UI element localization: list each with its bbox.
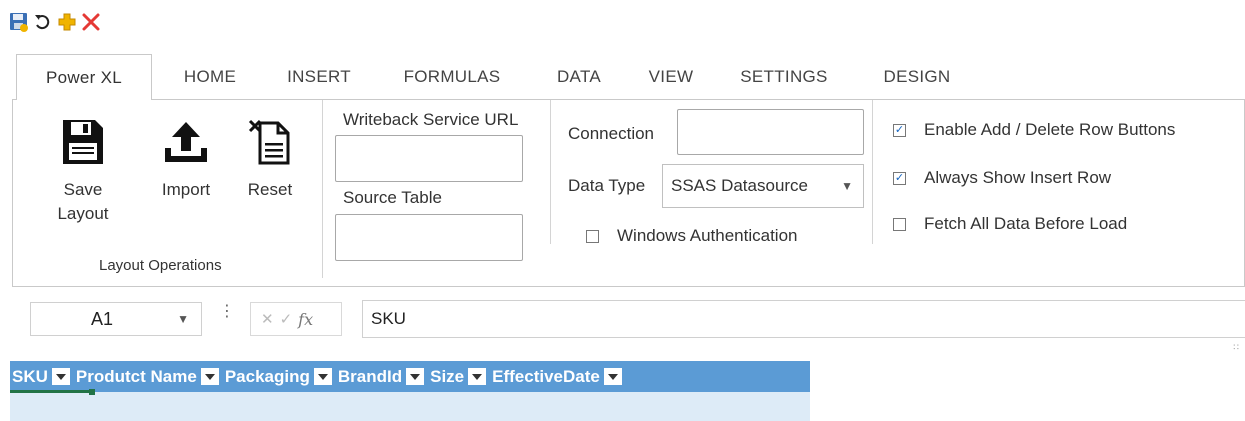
table-row[interactable] bbox=[10, 392, 810, 421]
always-show-insert-label: Always Show Insert Row bbox=[924, 168, 1112, 187]
group-separator bbox=[550, 100, 551, 244]
name-box-value: A1 bbox=[91, 308, 114, 329]
more-options-icon[interactable]: ⋮ bbox=[219, 304, 235, 320]
floppy-disk-icon bbox=[58, 114, 108, 170]
enable-add-delete-checkbox[interactable]: ✓ bbox=[893, 123, 906, 137]
tab-settings[interactable]: SETTINGS bbox=[734, 54, 834, 100]
selected-cell-indicator bbox=[10, 361, 93, 393]
filter-dropdown-icon[interactable] bbox=[406, 368, 425, 385]
filter-dropdown-icon[interactable] bbox=[603, 368, 622, 385]
tab-insert[interactable]: INSERT bbox=[278, 54, 360, 100]
reset-label: Reset bbox=[247, 180, 293, 199]
reset-button[interactable]: Reset bbox=[239, 114, 301, 202]
tab-home[interactable]: HOME bbox=[166, 54, 254, 100]
formula-input[interactable]: SKU bbox=[362, 300, 1245, 338]
fetch-all-option[interactable]: Fetch All Data Before Load bbox=[893, 214, 1127, 234]
writeback-url-label: Writeback Service URL bbox=[343, 110, 519, 129]
enter-icon[interactable]: ✓ bbox=[280, 310, 293, 328]
windows-auth-label: Windows Authentication bbox=[617, 226, 798, 245]
filter-dropdown-icon[interactable] bbox=[200, 368, 219, 385]
always-show-insert-checkbox[interactable]: ✓ bbox=[893, 171, 906, 185]
column-header-product-name[interactable]: Produtct Name bbox=[74, 361, 223, 392]
column-header-label: Packaging bbox=[224, 366, 310, 386]
quick-access-toolbar bbox=[8, 8, 102, 36]
source-table-label: Source Table bbox=[343, 188, 442, 207]
group-separator bbox=[322, 100, 323, 278]
fill-handle[interactable] bbox=[89, 389, 95, 395]
always-show-insert-option[interactable]: ✓ Always Show Insert Row bbox=[893, 168, 1111, 188]
ribbon-tabs: Power XL HOME INSERT FORMULAS DATA VIEW … bbox=[16, 54, 1245, 100]
import-button[interactable]: Import bbox=[153, 114, 219, 202]
layout-operations-group-label: Layout Operations bbox=[99, 257, 222, 274]
enable-add-delete-label: Enable Add / Delete Row Buttons bbox=[924, 120, 1176, 139]
save-icon[interactable] bbox=[8, 11, 30, 33]
column-header-effective-date[interactable]: EffectiveDate bbox=[490, 361, 626, 392]
data-type-value: SSAS Datasource bbox=[671, 176, 809, 195]
column-header-label: BrandId bbox=[337, 366, 403, 386]
column-header-packaging[interactable]: Packaging bbox=[223, 361, 336, 392]
connection-input[interactable] bbox=[677, 109, 864, 155]
cancel-icon[interactable]: ✕ bbox=[261, 310, 274, 328]
windows-auth-checkbox[interactable] bbox=[586, 229, 599, 243]
enable-add-delete-option[interactable]: ✓ Enable Add / Delete Row Buttons bbox=[893, 120, 1175, 140]
insert-function-icon[interactable]: fx bbox=[298, 310, 313, 329]
source-table-input[interactable] bbox=[335, 214, 523, 261]
formula-functions: ✕ ✓ fx bbox=[250, 302, 342, 336]
tab-power-xl[interactable]: Power XL bbox=[16, 54, 152, 100]
formula-bar: A1 ▼ ⋮ ✕ ✓ fx SKU bbox=[0, 298, 1245, 342]
delete-icon[interactable] bbox=[80, 11, 102, 33]
tab-view[interactable]: VIEW bbox=[640, 54, 702, 100]
column-header-size[interactable]: Size bbox=[428, 361, 490, 392]
chevron-down-icon: ▼ bbox=[177, 312, 189, 326]
tab-formulas[interactable]: FORMULAS bbox=[388, 54, 516, 100]
save-layout-button[interactable]: Save Layout bbox=[53, 114, 113, 226]
chevron-down-icon: ▼ bbox=[841, 179, 853, 193]
column-header-label: Produtct Name bbox=[75, 366, 197, 386]
connection-label: Connection bbox=[568, 124, 655, 143]
table-header-row: SKU Produtct Name Packaging BrandId Size… bbox=[10, 361, 810, 392]
resize-grip-icon[interactable]: ∷ bbox=[1233, 342, 1239, 353]
filter-dropdown-icon[interactable] bbox=[468, 368, 487, 385]
column-header-label: EffectiveDate bbox=[492, 366, 600, 386]
column-header-brandid[interactable]: BrandId bbox=[336, 361, 428, 392]
name-box[interactable]: A1 ▼ bbox=[30, 302, 202, 336]
upload-icon bbox=[161, 114, 211, 170]
tab-design[interactable]: DESIGN bbox=[872, 54, 962, 100]
writeback-url-input[interactable] bbox=[335, 135, 523, 182]
fetch-all-checkbox[interactable] bbox=[893, 217, 906, 231]
undo-icon[interactable] bbox=[32, 11, 54, 33]
ribbon-panel: Save Layout Import Reset Layout Operatio… bbox=[12, 99, 1245, 287]
filter-dropdown-icon[interactable] bbox=[313, 368, 332, 385]
group-separator bbox=[872, 100, 873, 244]
import-label: Import bbox=[161, 180, 211, 199]
data-type-select[interactable]: SSAS Datasource ▼ bbox=[662, 164, 864, 208]
add-icon[interactable] bbox=[56, 11, 78, 33]
windows-auth-option[interactable]: Windows Authentication bbox=[586, 226, 798, 246]
tab-data[interactable]: DATA bbox=[546, 54, 612, 100]
reset-document-icon bbox=[245, 114, 295, 170]
save-layout-label: Save Layout bbox=[57, 180, 109, 223]
data-type-label: Data Type bbox=[568, 176, 646, 195]
fetch-all-label: Fetch All Data Before Load bbox=[924, 214, 1128, 233]
column-header-label: Size bbox=[430, 366, 465, 386]
